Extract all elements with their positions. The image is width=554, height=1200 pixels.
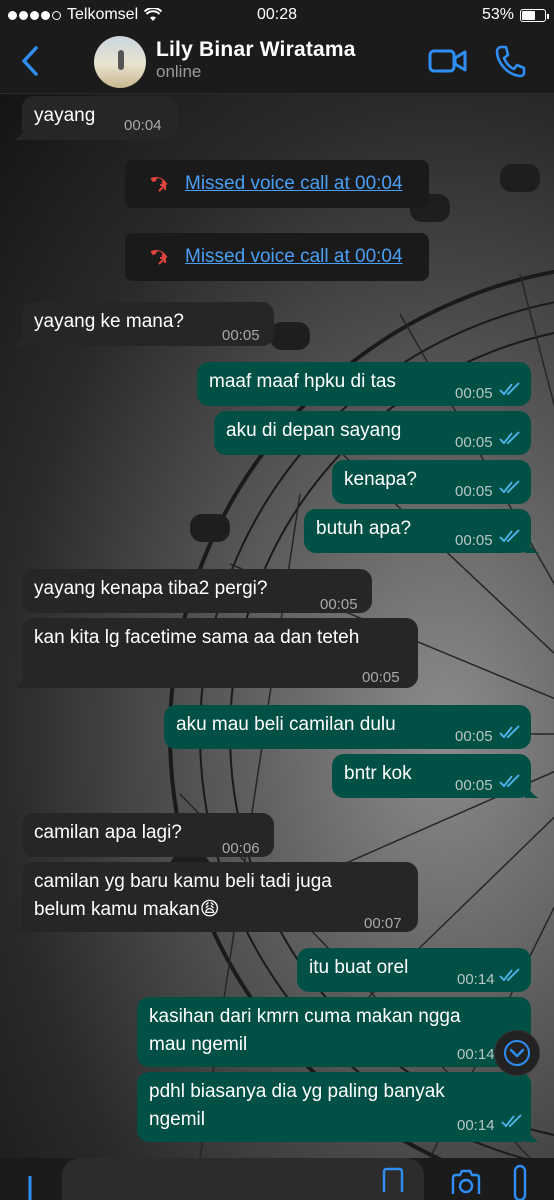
message-text-line: belum kamu makan😩	[34, 899, 220, 920]
message-text: itu buat orel	[309, 957, 409, 978]
message-time: 00:05	[455, 434, 493, 451]
message-text: camilan apa lagi?	[34, 822, 182, 843]
message-time: 00:05	[455, 385, 493, 402]
back-chevron-icon[interactable]	[18, 44, 44, 78]
message-time: 00:14	[457, 1117, 495, 1134]
message-bubble-incoming[interactable]: camilan apa lagi? 00:06	[22, 813, 274, 857]
message-text-line: camilan yg baru kamu beli tadi juga	[34, 871, 332, 892]
message-bubble-incoming[interactable]: yayang ke mana? 00:05	[14, 302, 274, 346]
missed-call-label[interactable]: Missed voice call at 00:04	[185, 246, 403, 268]
message-time: 00:05	[222, 327, 260, 344]
message-text-line: pdhl biasanya dia yg paling banyak	[149, 1081, 445, 1102]
message-text: yayang ke mana?	[34, 311, 184, 332]
sticker-icon[interactable]	[380, 1166, 406, 1192]
message-bubble-outgoing[interactable]: butuh apa? 00:05	[304, 509, 539, 553]
status-bar: Telkomsel 00:28 53%	[0, 0, 554, 32]
chat-header: Lily Binar Wiratama online	[0, 32, 554, 94]
message-text: yayang	[34, 105, 96, 126]
read-receipt-icon	[499, 431, 520, 445]
message-bubble-outgoing[interactable]: aku di depan sayang 00:05	[214, 411, 531, 455]
message-bubble-outgoing[interactable]: aku mau beli camilan dulu 00:05	[164, 705, 531, 749]
missed-call-notice[interactable]: Missed voice call at 00:04	[125, 233, 429, 281]
read-receipt-icon	[499, 968, 520, 982]
contact-name[interactable]: Lily Binar Wiratama	[156, 38, 356, 62]
message-time: 00:05	[362, 669, 400, 686]
message-input[interactable]	[62, 1158, 424, 1200]
message-bubble-outgoing[interactable]: pdhl biasanya dia yg paling banyak ngemi…	[137, 1072, 539, 1142]
read-receipt-icon	[499, 529, 520, 543]
message-time: 00:06	[222, 840, 260, 857]
read-receipt-icon	[501, 1114, 522, 1128]
message-text: butuh apa?	[316, 518, 412, 539]
missed-call-icon	[150, 176, 168, 192]
message-time: 00:05	[455, 777, 493, 794]
message-bubble-outgoing[interactable]: kasihan dari kmrn cuma makan ngga mau ng…	[137, 997, 531, 1067]
microphone-icon[interactable]	[510, 1164, 530, 1200]
read-receipt-icon	[499, 382, 520, 396]
message-bubble-outgoing[interactable]: itu buat orel 00:14	[297, 948, 531, 992]
message-time: 00:05	[455, 532, 493, 549]
message-time: 00:05	[455, 483, 493, 500]
missed-call-notice[interactable]: Missed voice call at 00:04	[125, 160, 429, 208]
message-bubble-incoming[interactable]: camilan yg baru kamu beli tadi juga belu…	[14, 862, 418, 932]
message-time: 00:14	[457, 1046, 495, 1063]
chevron-down-icon	[504, 1040, 530, 1066]
message-time: 00:14	[457, 971, 495, 988]
message-text-line: kasihan dari kmrn cuma makan ngga	[149, 1006, 461, 1027]
battery-icon	[520, 8, 549, 22]
message-text: maaf maaf hpku di tas	[209, 371, 396, 392]
message-text: kenapa?	[344, 469, 417, 490]
message-text: bntr kok	[344, 763, 412, 784]
camera-icon[interactable]	[450, 1168, 482, 1194]
read-receipt-icon	[499, 480, 520, 494]
message-text: aku di depan sayang	[226, 420, 402, 441]
message-bubble-outgoing[interactable]: kenapa? 00:05	[332, 460, 531, 504]
video-camera-icon[interactable]	[428, 46, 468, 76]
message-input-bar	[0, 1158, 554, 1200]
read-receipt-icon	[499, 774, 520, 788]
message-bubble-incoming[interactable]: yayang 00:04	[14, 96, 178, 140]
message-bubble-incoming[interactable]: yayang kenapa tiba2 pergi? 00:05	[22, 569, 372, 613]
contact-status: online	[156, 62, 202, 81]
avatar[interactable]	[94, 36, 146, 88]
message-bubble-incoming[interactable]: kan kita lg facetime sama aa dan teteh 0…	[14, 618, 418, 688]
battery-percent: 53%	[481, 6, 514, 23]
message-time: 00:04	[124, 117, 162, 134]
missed-call-icon	[150, 249, 168, 265]
message-time: 00:07	[364, 915, 402, 932]
read-receipt-icon	[499, 725, 520, 739]
message-time: 00:05	[320, 596, 358, 613]
phone-icon[interactable]	[494, 44, 526, 78]
missed-call-label[interactable]: Missed voice call at 00:04	[185, 173, 403, 195]
message-bubble-outgoing[interactable]: bntr kok 00:05	[332, 754, 539, 798]
message-text: yayang kenapa tiba2 pergi?	[34, 578, 268, 599]
message-time: 00:05	[455, 728, 493, 745]
message-bubble-outgoing[interactable]: maaf maaf hpku di tas 00:05	[197, 362, 531, 406]
scroll-to-bottom-button[interactable]	[494, 1030, 540, 1076]
message-text: aku mau beli camilan dulu	[176, 714, 396, 735]
message-text: kan kita lg facetime sama aa dan teteh	[34, 627, 360, 648]
plus-icon[interactable]	[22, 1168, 38, 1200]
clock: 00:28	[256, 6, 298, 23]
